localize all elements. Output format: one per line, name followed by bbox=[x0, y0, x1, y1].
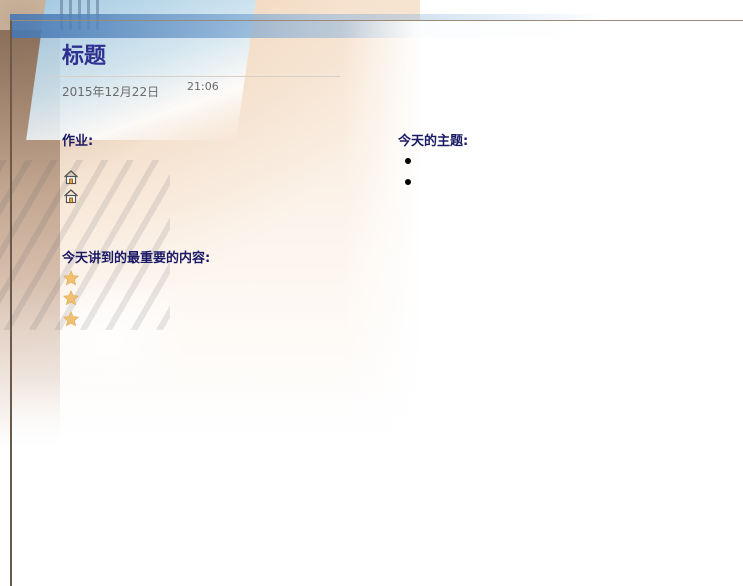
star-icon[interactable] bbox=[62, 270, 80, 286]
house-icon[interactable] bbox=[63, 188, 79, 204]
page-date: 2015年12月22日 bbox=[62, 85, 160, 99]
title-underline bbox=[50, 76, 340, 77]
page-title[interactable]: 标题 bbox=[62, 42, 106, 72]
key-points-heading[interactable]: 今天讲到的最重要的内容: bbox=[62, 247, 210, 266]
star-icon[interactable] bbox=[62, 311, 80, 327]
page-time: 21:06 bbox=[187, 80, 219, 93]
topics-heading[interactable]: 今天的主题: bbox=[398, 130, 468, 149]
background-fade bbox=[12, 380, 432, 585]
star-icon[interactable] bbox=[62, 290, 80, 306]
house-icon[interactable] bbox=[63, 169, 79, 185]
bullet-point[interactable] bbox=[405, 158, 411, 164]
homework-heading[interactable]: 作业: bbox=[62, 130, 93, 149]
bullet-point[interactable] bbox=[405, 179, 411, 185]
